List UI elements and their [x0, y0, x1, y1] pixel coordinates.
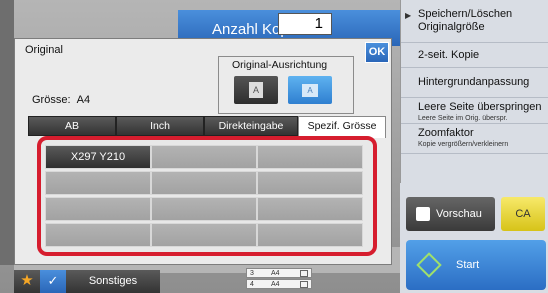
tray-paper-size: A4 — [271, 270, 280, 277]
copies-input[interactable]: 1 — [278, 13, 332, 35]
custom-size-cell-1[interactable]: X297 Y210 — [45, 145, 151, 169]
rp-item-duplex-copy[interactable]: 2-seit. Kopie — [401, 43, 548, 68]
tray-number: 4 — [250, 281, 254, 288]
tray-number: 3 — [250, 270, 254, 277]
custom-size-cell-8[interactable] — [151, 197, 257, 221]
rp-item-sublabel: Leere Seite im Orig. überspr. — [418, 115, 508, 122]
rp-item-save-original-size[interactable]: ▶ Speichern/Löschen Originalgröße — [401, 0, 548, 43]
preview-icon — [416, 207, 430, 221]
left-tab-strip — [0, 0, 14, 265]
rp-item-zoom[interactable]: Zoomfaktor Kopie vergrößern/verkleinern — [401, 124, 548, 154]
rp-item-label: Speichern/Löschen Originalgröße — [418, 8, 513, 33]
custom-size-cell-3[interactable] — [257, 145, 363, 169]
original-size-display: Grösse: A4 — [32, 94, 90, 106]
custom-size-grid: X297 Y210 — [37, 136, 377, 256]
tab-direct-input[interactable]: Direkteingabe — [204, 116, 298, 136]
custom-size-cell-5[interactable] — [151, 171, 257, 195]
orientation-portrait-button[interactable]: A — [234, 76, 278, 104]
tray-icon — [300, 270, 308, 277]
custom-size-cell-10[interactable] — [45, 223, 151, 247]
tray-paper-size: A4 — [271, 281, 280, 288]
orientation-label: Original-Ausrichtung — [232, 59, 328, 71]
clear-all-button[interactable]: CA — [501, 197, 545, 231]
other-functions-button[interactable]: Sonstiges — [66, 270, 160, 293]
paper-tray-4: 4 A4 — [246, 279, 312, 289]
start-button[interactable]: Start — [406, 240, 546, 290]
portrait-page-icon: A — [249, 82, 263, 98]
rp-item-background-adjust[interactable]: Hintergrundanpassung — [401, 68, 548, 98]
custom-size-cell-12[interactable] — [257, 223, 363, 247]
tab-inch[interactable]: Inch — [116, 116, 204, 136]
orientation-landscape-button[interactable]: A — [288, 76, 332, 104]
paper-tray-3: 3 A4 — [246, 268, 312, 278]
size-label: Grösse: — [32, 94, 71, 106]
ok-button[interactable]: OK — [365, 42, 389, 63]
preview-button[interactable]: Vorschau — [406, 197, 495, 231]
start-label: Start — [456, 259, 480, 271]
custom-size-cell-6[interactable] — [257, 171, 363, 195]
rp-item-label: 2-seit. Kopie — [418, 49, 480, 61]
custom-size-cell-11[interactable] — [151, 223, 257, 247]
custom-size-cell-2[interactable] — [151, 145, 257, 169]
start-icon — [416, 252, 442, 278]
custom-size-cell-9[interactable] — [257, 197, 363, 221]
custom-size-cell-7[interactable] — [45, 197, 151, 221]
favorite-star-icon[interactable]: ★ — [14, 270, 40, 293]
custom-size-cell-4[interactable] — [45, 171, 151, 195]
preview-label: Vorschau — [436, 208, 482, 220]
play-arrow-icon: ▶ — [405, 11, 412, 20]
rp-item-label: Zoomfaktor — [418, 127, 474, 139]
size-value: A4 — [76, 94, 91, 106]
dialog-title: Original — [25, 44, 63, 56]
rp-item-label: Leere Seite überspringen — [418, 101, 542, 113]
tab-ab[interactable]: AB — [28, 116, 116, 136]
tray-icon — [300, 281, 308, 288]
tab-custom-size[interactable]: Spezif. Grösse — [298, 116, 386, 138]
landscape-page-icon: A — [302, 84, 318, 97]
screen: Anzahl Kopien 1 ▶ Speichern/Löschen Orig… — [0, 0, 548, 293]
rp-item-label: Hintergrundanpassung — [418, 76, 530, 88]
checkmark-icon[interactable]: ✓ — [40, 270, 66, 293]
rp-item-sublabel: Kopie vergrößern/verkleinern — [418, 141, 509, 148]
rp-item-skip-blank-page[interactable]: Leere Seite überspringen Leere Seite im … — [401, 98, 548, 124]
